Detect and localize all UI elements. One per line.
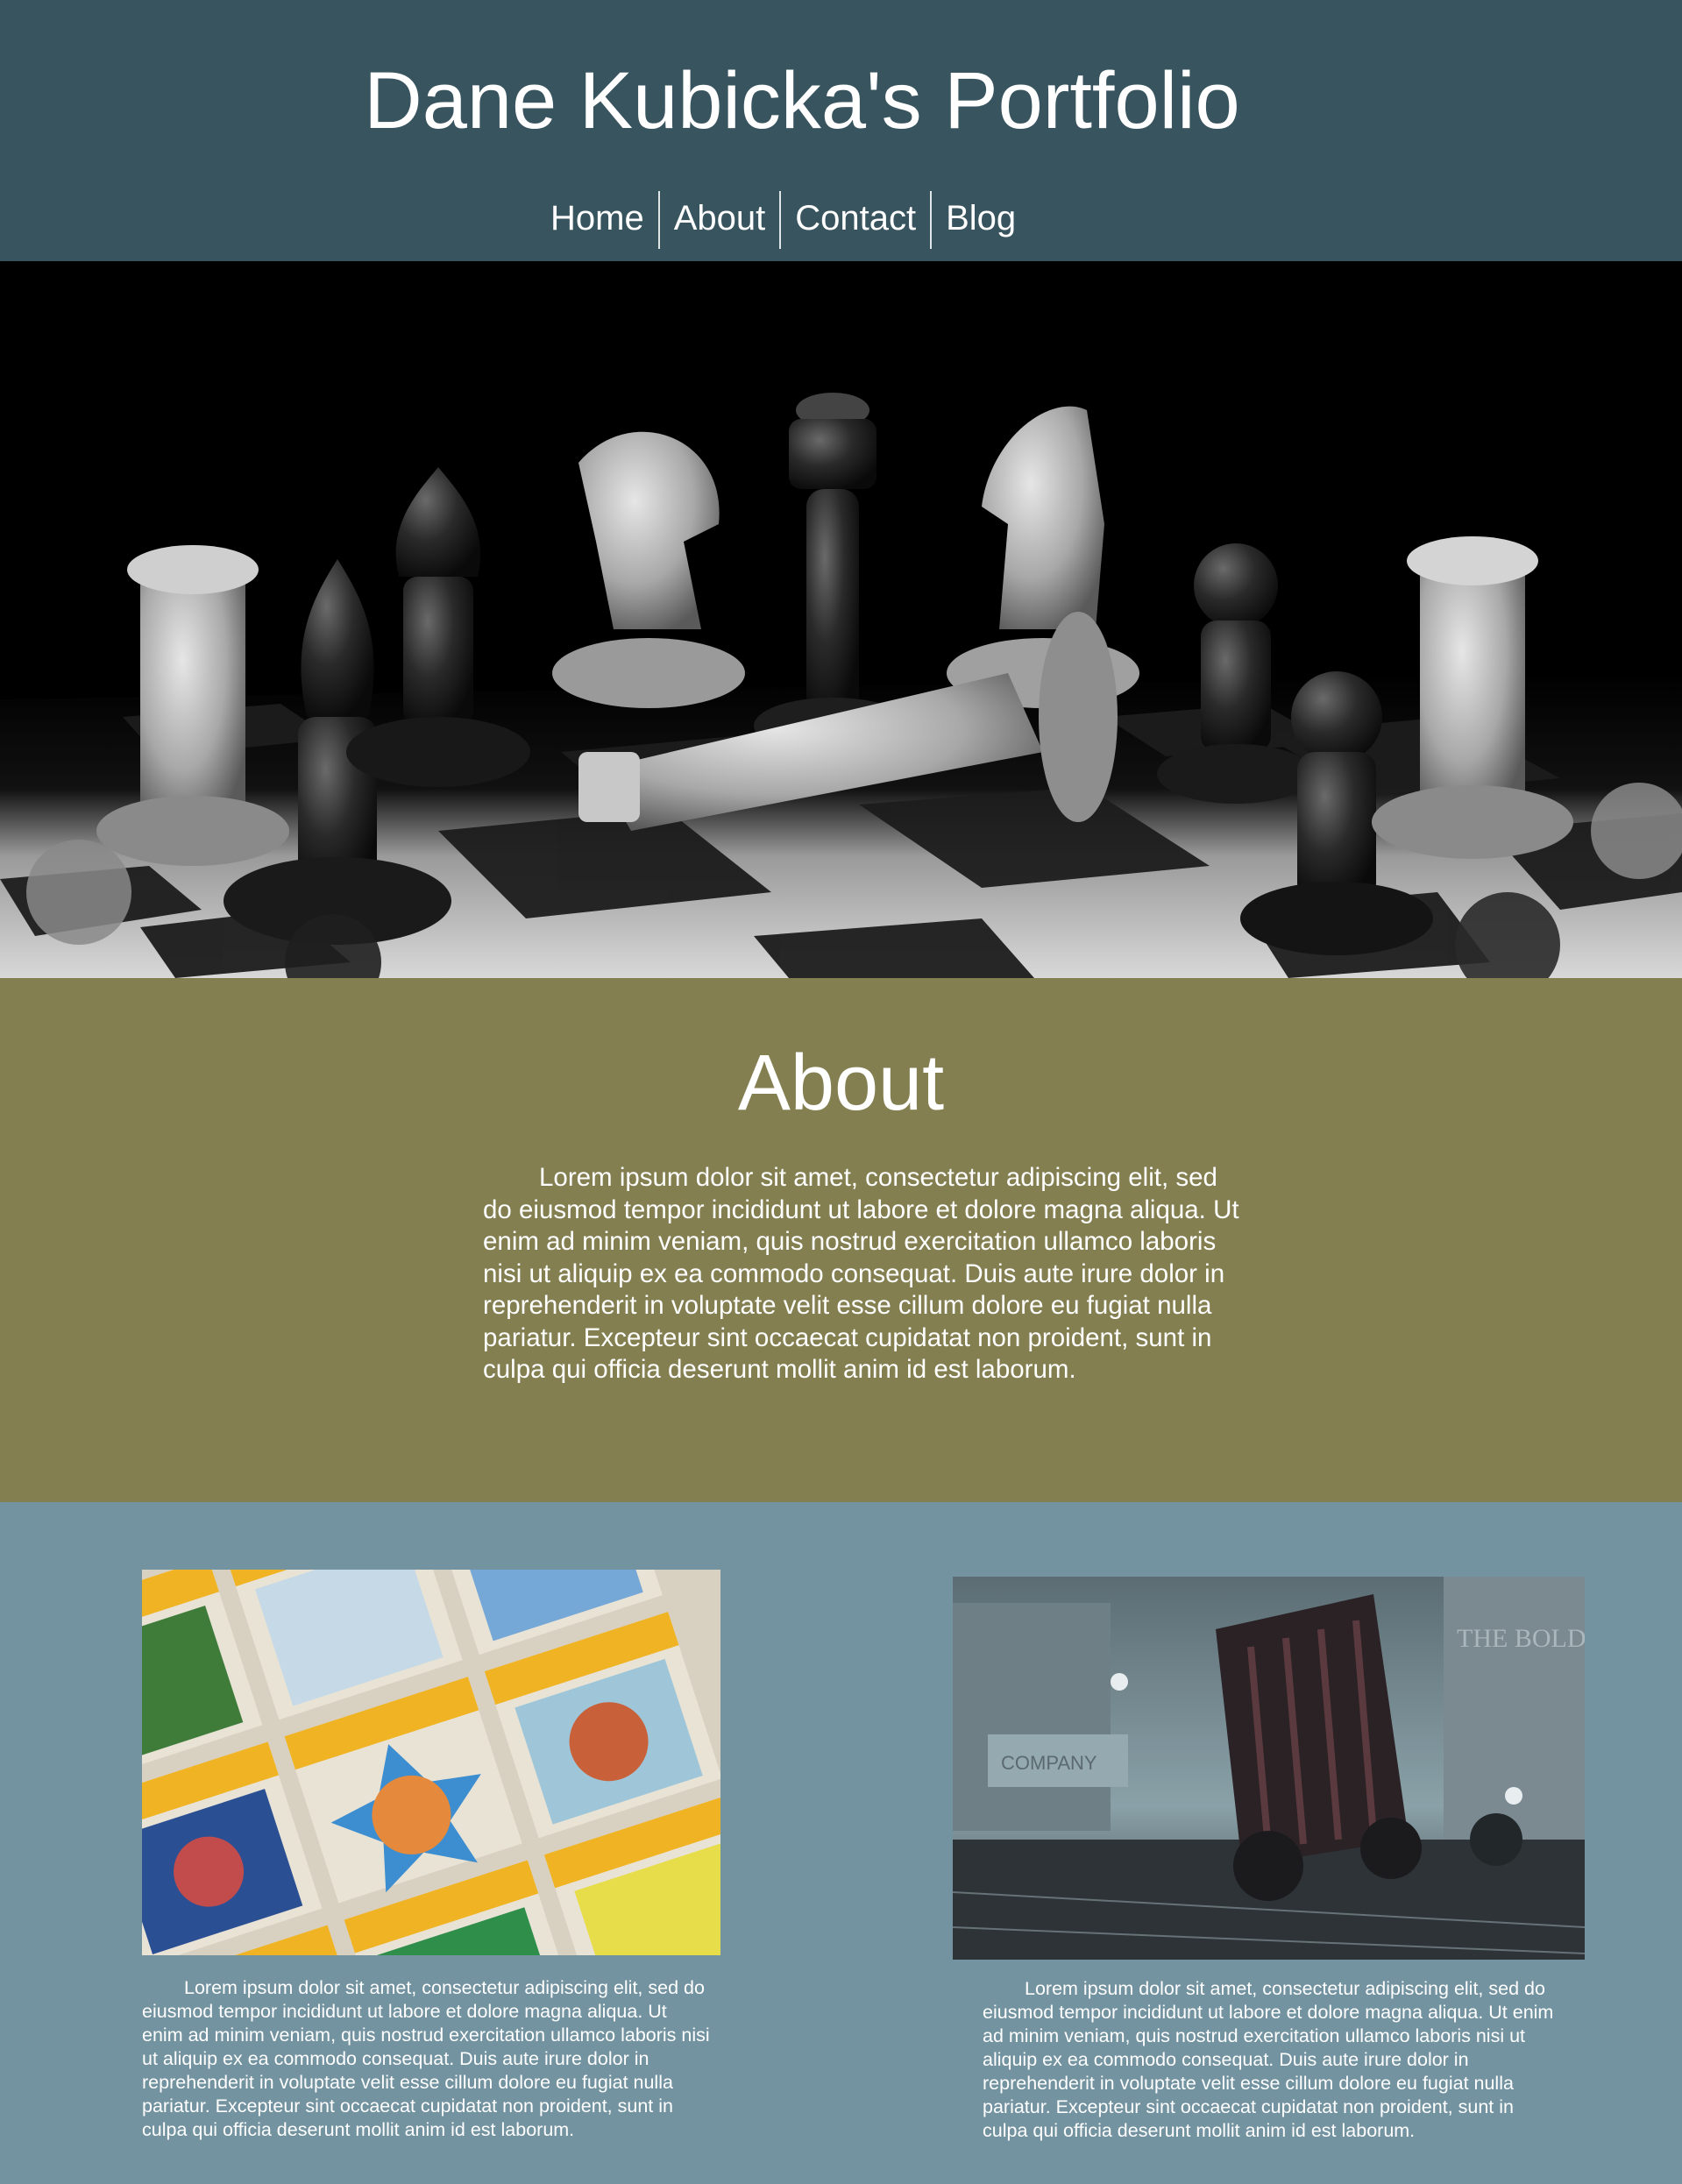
nav-blog-link[interactable]: Blog [932,189,1030,251]
nav-contact-link[interactable]: Contact [781,189,930,251]
steampunk-vehicle-painting: THE BOLDEST MEASURES COMPANY [953,1577,1585,1960]
gallery-card: Lorem ipsum dolor sit amet, consectetur … [142,1570,720,2142]
nav-about-link[interactable]: About [660,189,780,251]
gallery-card-text: Lorem ipsum dolor sit amet, consectetur … [142,1977,710,2140]
chess-pieces-photo [0,261,1682,978]
sign-boldest: THE BOLDEST MEASURES [1457,1624,1585,1653]
gallery-section: Lorem ipsum dolor sit amet, consectetur … [0,1502,1682,2184]
about-heading: About [737,1039,945,1127]
site-header: Dane Kubicka's Portfolio Home About Cont… [0,0,1682,261]
gallery-card: THE BOLDEST MEASURES COMPANY [953,1577,1585,2143]
gallery-card-text: Lorem ipsum dolor sit amet, consectetur … [983,1978,1554,2141]
hero-banner [0,261,1682,978]
about-section: About Lorem ipsum dolor sit amet, consec… [0,978,1682,1502]
site-title: Dane Kubicka's Portfolio [364,56,1240,145]
sign-company: COMPANY [1001,1752,1097,1774]
main-nav: Home About Contact Blog [536,189,1030,251]
famicom-game-boxes-photo [142,1570,720,1955]
about-paragraph: Lorem ipsum dolor sit amet, consectetur … [483,1163,1239,1384]
nav-home-link[interactable]: Home [536,189,658,251]
